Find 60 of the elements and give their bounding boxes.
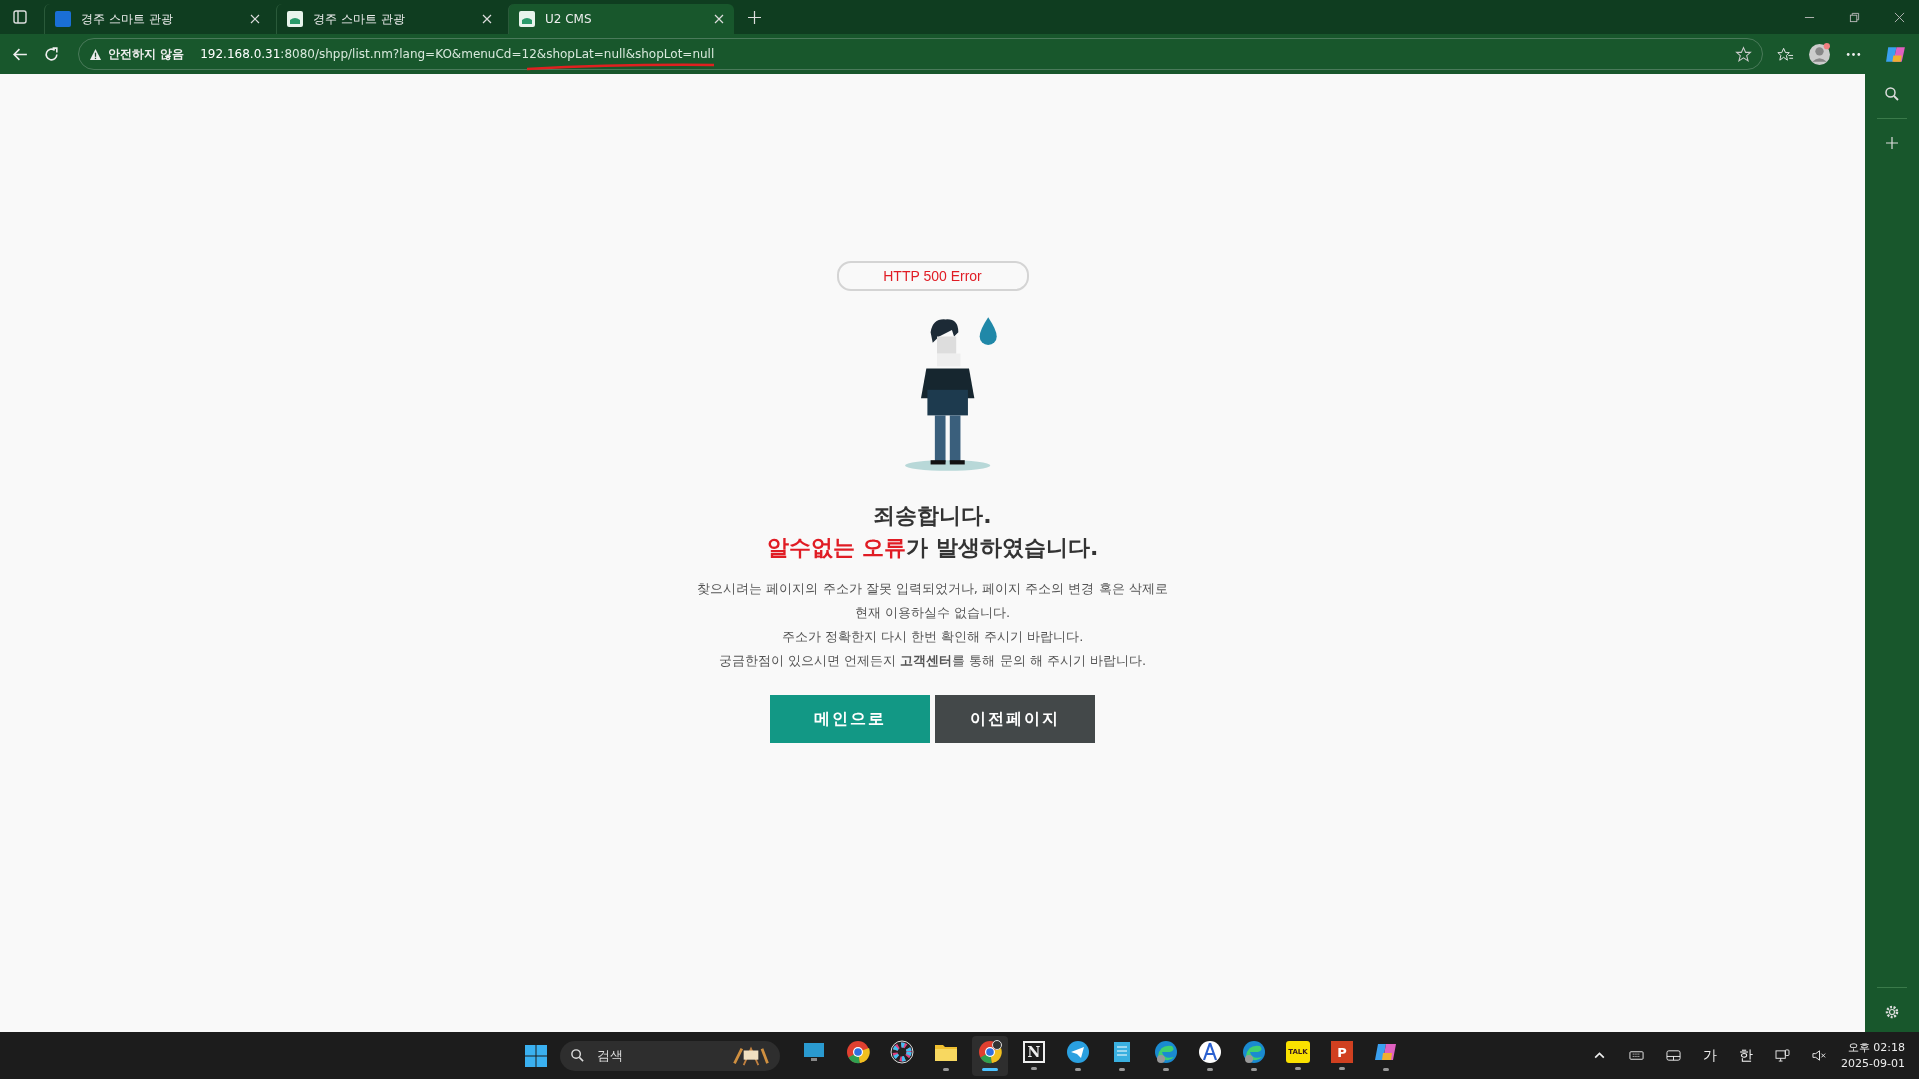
browser-tab[interactable]: U2 CMS	[508, 4, 734, 34]
ime-language[interactable]: 한	[1739, 1046, 1754, 1065]
taskbar-app[interactable]	[972, 1035, 1008, 1076]
close-icon[interactable]	[482, 14, 492, 24]
network-icon[interactable]	[1775, 1049, 1791, 1062]
tab-title: 경주 스마트 관광	[313, 10, 406, 28]
page-button[interactable]: 이전페이지	[935, 695, 1095, 743]
url-query: &shopLat=null&shopLot=null	[536, 47, 715, 61]
apology-heading: 죄송합니다.	[873, 502, 992, 530]
close-icon[interactable]	[1894, 11, 1905, 23]
browser-icon	[978, 1040, 1002, 1064]
settings-icon[interactable]	[1884, 1004, 1900, 1020]
url-host: 192.168.0.31	[200, 47, 281, 61]
new-tab-icon[interactable]	[748, 10, 761, 24]
message-line: 궁금한점이 있으시면 언제든지 고객센터를 통해 문의 해 주시기 바랍니다.	[718, 652, 1147, 670]
favicon-icon	[519, 11, 535, 27]
add-icon[interactable]	[1884, 135, 1900, 151]
clock-time[interactable]: 오후 02:18	[1847, 1039, 1905, 1056]
app-logo: P	[1331, 1041, 1353, 1063]
letter-a-icon	[1198, 1040, 1222, 1064]
search-icon[interactable]	[570, 1048, 585, 1063]
error-code-badge: HTTP 500 Error	[836, 261, 1029, 291]
close-icon[interactable]	[250, 14, 260, 24]
tab-actions-icon[interactable]	[12, 9, 28, 25]
restore-icon[interactable]	[1849, 11, 1860, 23]
taskbar-app[interactable]: P	[1324, 1035, 1360, 1076]
ime-mode[interactable]: 가	[1703, 1046, 1718, 1065]
swirl-icon	[1242, 1040, 1266, 1064]
clock-date[interactable]: 2025-09-01	[1841, 1055, 1905, 1072]
error-heading: 알수없는 오류가 발생하였습니다.	[766, 534, 1099, 562]
keyboard-icon[interactable]	[1629, 1049, 1645, 1062]
message-line: 현재 이용하실수 없습니다.	[854, 604, 1011, 622]
warning-icon	[89, 47, 102, 61]
tab-title: U2 CMS	[545, 12, 593, 26]
tab-title: 경주 스마트 관광	[81, 10, 174, 28]
favorite-star-icon[interactable]	[1735, 45, 1752, 63]
taskbar-search-field[interactable]: 검색	[560, 1040, 780, 1071]
message-line: 주소가 정확한지 다시 한번 확인해 주시기 바랍니다.	[781, 628, 1084, 646]
search-icon[interactable]	[1884, 86, 1900, 102]
url-path: :8080/shpp/list.nm?lang=KO&menuCd=12	[280, 47, 537, 61]
touchpad-icon[interactable]	[1666, 1049, 1682, 1062]
taskbar-app[interactable]: N	[1016, 1035, 1052, 1076]
paper-plane-icon	[1066, 1040, 1090, 1064]
color-wheel-icon	[890, 1040, 914, 1064]
start-icon[interactable]	[524, 1043, 548, 1068]
favorites-icon[interactable]	[1777, 45, 1794, 63]
message-line: 찾으시려는 페이지의 주소가 잘못 입력되었거나, 페이지 주소의 변경 혹은 삭제로	[697, 580, 1168, 598]
search-input[interactable]: 검색	[595, 1047, 722, 1064]
monitor-icon	[802, 1040, 826, 1064]
favicon-icon	[287, 11, 303, 27]
profile-icon[interactable]	[1808, 42, 1831, 66]
muted-speaker-icon[interactable]	[1812, 1049, 1828, 1062]
close-icon[interactable]	[714, 14, 724, 24]
favicon-icon	[55, 11, 71, 27]
page-button[interactable]: 메인으로	[770, 695, 930, 743]
swirl-icon	[1154, 1040, 1178, 1064]
browser-icon	[846, 1040, 870, 1064]
reload-icon[interactable]	[43, 45, 60, 63]
security-label: 안전하지 않음	[108, 45, 185, 63]
app-logo: N	[1023, 1041, 1045, 1063]
